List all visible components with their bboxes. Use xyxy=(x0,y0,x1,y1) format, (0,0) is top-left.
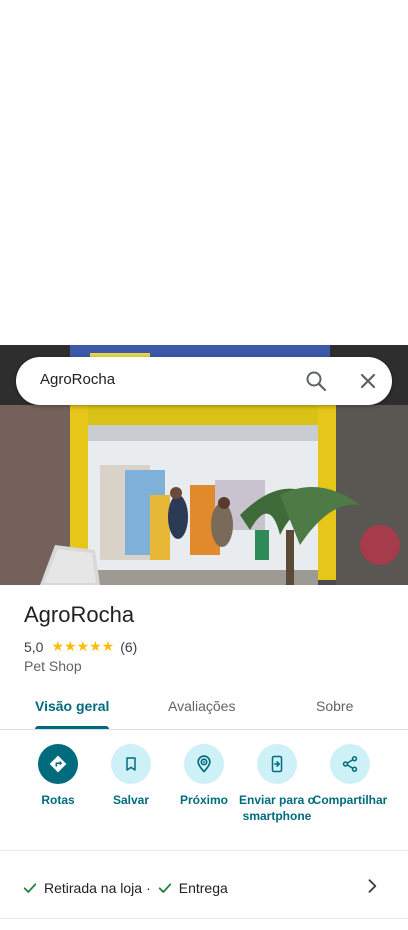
tab-reviews[interactable]: Avaliações xyxy=(168,698,235,714)
share-icon xyxy=(330,744,370,784)
rating-stars: ★★★★★ xyxy=(51,639,115,655)
search-icon[interactable] xyxy=(304,369,328,393)
review-count[interactable]: (6) xyxy=(120,639,137,655)
tab-overview[interactable]: Visão geral xyxy=(35,698,109,714)
active-tab-indicator xyxy=(35,726,109,729)
rating-value: 5,0 xyxy=(24,639,44,655)
share-button[interactable]: Compartilhar xyxy=(310,744,390,808)
place-category[interactable]: Pet Shop xyxy=(24,658,82,674)
place-title: AgroRocha xyxy=(24,602,135,627)
directions-icon xyxy=(38,744,78,784)
action-buttons-row: Rotas Salvar Próximo Enviar para o smart… xyxy=(0,744,408,844)
place-details-screen: AgroRocha AgroRocha 5,0 ★★★★★ (6) Pet Sh… xyxy=(0,0,408,930)
nearby-button[interactable]: Próximo xyxy=(164,744,244,808)
section-divider-top xyxy=(0,850,408,851)
tab-about[interactable]: Sobre xyxy=(316,698,353,714)
share-label: Compartilhar xyxy=(312,793,388,807)
bookmark-icon xyxy=(111,744,151,784)
send-to-phone-icon xyxy=(257,744,297,784)
rating-row[interactable]: 5,0 ★★★★★ (6) xyxy=(24,638,137,656)
service-options-row[interactable]: Retirada na loja · Entrega xyxy=(22,878,228,898)
close-icon[interactable] xyxy=(356,369,380,393)
tab-bar: Visão geral Avaliações Sobre xyxy=(0,686,408,730)
directions-button[interactable]: Rotas xyxy=(18,744,98,808)
nearby-icon xyxy=(184,744,224,784)
search-query-text[interactable]: AgroRocha xyxy=(40,371,115,388)
search-bar[interactable]: AgroRocha xyxy=(16,357,392,405)
nearby-label: Próximo xyxy=(179,793,228,807)
check-icon xyxy=(23,883,37,893)
service-option-pickup: Retirada na loja xyxy=(44,880,143,896)
chevron-right-icon[interactable] xyxy=(362,876,382,896)
service-separator: · xyxy=(146,880,151,896)
service-option-delivery: Entrega xyxy=(178,880,228,896)
save-button[interactable]: Salvar xyxy=(91,744,171,808)
send-to-phone-label: Enviar para o smartphone xyxy=(238,793,316,823)
send-to-phone-button[interactable]: Enviar para o smartphone xyxy=(237,744,317,824)
map-area-blank xyxy=(0,0,408,345)
check-icon xyxy=(158,883,171,893)
section-divider-bottom xyxy=(0,918,408,919)
directions-label: Rotas xyxy=(41,793,75,807)
save-label: Salvar xyxy=(112,793,150,807)
